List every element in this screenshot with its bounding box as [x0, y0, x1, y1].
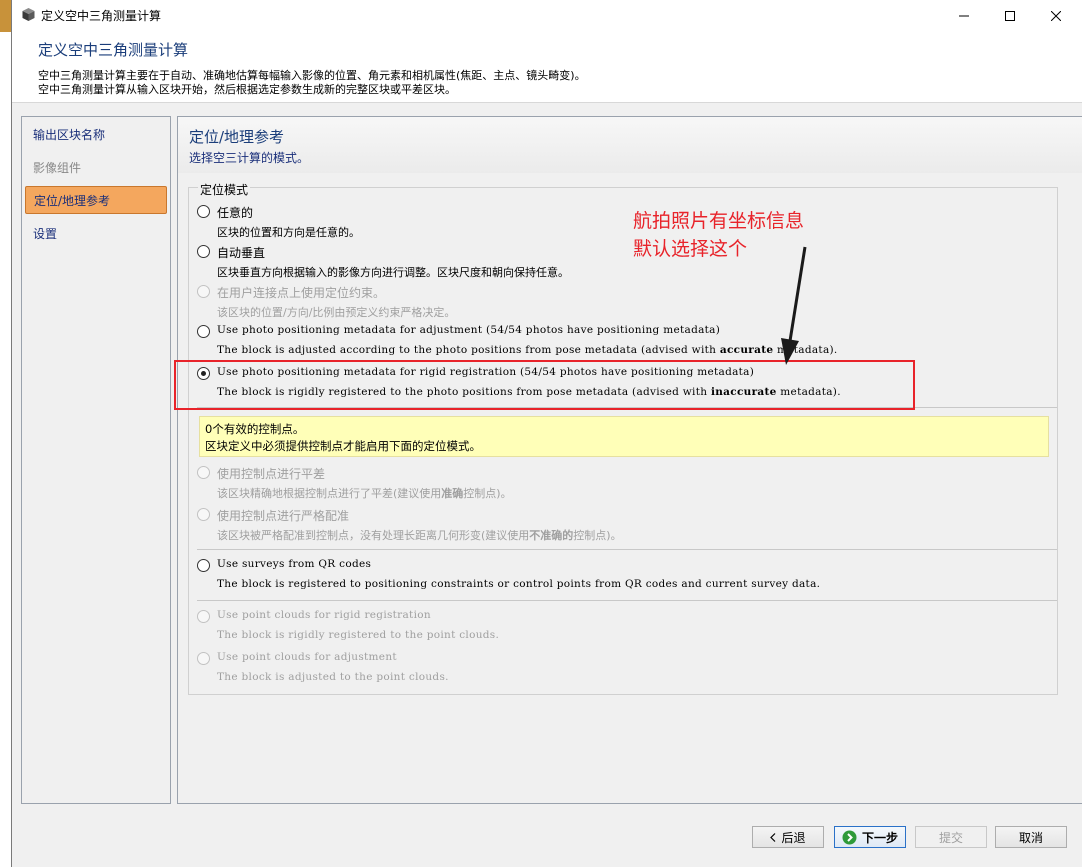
sidebar-item-positioning-georeference[interactable]: 定位/地理参考 — [25, 186, 167, 214]
chevron-left-icon — [770, 832, 776, 842]
window-title: 定义空中三角测量计算 — [41, 9, 162, 23]
radio-arbitrary[interactable] — [197, 205, 210, 218]
radio-control-points-rigid-registration — [197, 508, 210, 521]
next-arrow-icon — [842, 830, 857, 845]
minimize-button[interactable] — [941, 0, 987, 31]
dialog-title: 定义空中三角测量计算 — [38, 41, 189, 59]
radio-point-clouds-adjustment — [197, 652, 210, 665]
separator — [197, 600, 1057, 601]
content-header: 定位/地理参考 选择空三计算的模式。 — [178, 117, 1082, 173]
maximize-icon — [1005, 10, 1015, 21]
option-label: 使用控制点进行平差 — [217, 467, 326, 481]
option-description: 区块的位置和方向是任意的。 — [217, 226, 360, 239]
option-description: The block is rigidly registered to the p… — [217, 629, 500, 641]
cancel-button[interactable]: 取消 — [995, 826, 1067, 848]
radio-photo-metadata-adjustment[interactable] — [197, 325, 210, 338]
annotation-line1: 航拍照片有坐标信息 — [633, 210, 805, 232]
positioning-mode-group: 定位模式 任意的 区块的位置和方向是任意的。 自动垂直 区块垂直方向根据输入的影… — [188, 181, 1058, 695]
option-description: 该区块被严格配准到控制点，没有处理长距离几何形变(建议使用不准确的控制点)。 — [217, 529, 622, 542]
next-button[interactable]: 下一步 — [834, 826, 906, 848]
option-description: 该区块的位置/方向/比例由预定义约束严格决定。 — [217, 306, 456, 319]
control-points-notice: 0个有效的控制点。 区块定义中必须提供控制点才能启用下面的定位模式。 — [199, 416, 1049, 457]
submit-button: 提交 — [915, 826, 987, 848]
notice-line2: 区块定义中必须提供控制点才能启用下面的定位模式。 — [205, 439, 481, 453]
wizard-content-panel: 定位/地理参考 选择空三计算的模式。 定位模式 任意的 区块的位置和方向是任意的… — [177, 116, 1082, 804]
wizard-steps-sidebar: 输出区块名称 影像组件 定位/地理参考 设置 — [21, 116, 171, 804]
radio-control-points-adjustment — [197, 466, 210, 479]
sidebar-item-output-block-name[interactable]: 输出区块名称 — [25, 121, 167, 149]
sidebar-item-image-components[interactable]: 影像组件 — [25, 154, 167, 182]
option-label: Use surveys from QR codes — [217, 558, 372, 570]
group-label: 定位模式 — [198, 181, 251, 198]
notice-line1: 0个有效的控制点。 — [205, 422, 305, 436]
option-description: The block is registered to positioning c… — [217, 578, 821, 590]
app-cube-icon — [21, 7, 36, 22]
option-label: Use photo positioning metadata for adjus… — [217, 324, 721, 336]
cancel-button-label: 取消 — [1018, 830, 1043, 845]
option-label: Use photo positioning metadata for rigid… — [217, 366, 755, 378]
annotation-arrow-icon — [781, 246, 807, 365]
option-label: Use point clouds for rigid registration — [217, 609, 431, 621]
next-button-label: 下一步 — [861, 830, 898, 845]
minimize-icon — [959, 15, 969, 16]
radio-point-clouds-rigid-registration — [197, 610, 210, 623]
option-label: 使用控制点进行严格配准 — [217, 509, 350, 523]
separator — [197, 549, 1057, 550]
dialog-description-line2: 空中三角测量计算从输入区块开始，然后根据选定参数生成新的完整区块或平差区块。 — [38, 83, 456, 96]
dialog-window: 定义空中三角测量计算 定义空中三角测量计算 空中三角测量计算主要在于自动、准确地… — [11, 0, 1082, 867]
dialog-header: 定义空中三角测量计算 空中三角测量计算主要在于自动、准确地估算每幅输入影像的位置… — [12, 31, 1082, 103]
maximize-button[interactable] — [987, 0, 1033, 31]
title-bar: 定义空中三角测量计算 — [12, 0, 1082, 31]
option-description: The block is adjusted according to the p… — [217, 344, 838, 356]
close-button[interactable] — [1033, 0, 1079, 31]
option-label: Use point clouds for adjustment — [217, 651, 397, 663]
separator — [197, 407, 1057, 408]
option-description: 区块垂直方向根据输入的影像方向进行调整。区块尺度和朝向保持任意。 — [217, 266, 569, 279]
option-description: The block is rigidly registered to the p… — [217, 386, 841, 398]
option-label: 任意的 — [217, 206, 254, 220]
content-subtitle: 选择空三计算的模式。 — [189, 151, 310, 165]
radio-automatic-vertical[interactable] — [197, 245, 210, 258]
sidebar-item-settings[interactable]: 设置 — [25, 220, 167, 248]
back-button[interactable]: 后退 — [752, 826, 824, 848]
back-button-label: 后退 — [781, 830, 806, 845]
content-title: 定位/地理参考 — [189, 128, 285, 146]
option-description: 该区块精确地根据控制点进行了平差(建议使用准确控制点)。 — [217, 487, 512, 500]
close-icon — [1051, 10, 1061, 21]
radio-qr-code-surveys[interactable] — [197, 559, 210, 572]
option-label: 自动垂直 — [217, 246, 266, 260]
option-description: The block is adjusted to the point cloud… — [217, 671, 449, 683]
option-label: 在用户连接点上使用定位约束。 — [217, 286, 386, 300]
radio-user-tie-point-constraints — [197, 285, 210, 298]
radio-photo-metadata-rigid-registration[interactable] — [197, 367, 210, 380]
submit-button-label: 提交 — [938, 830, 963, 845]
